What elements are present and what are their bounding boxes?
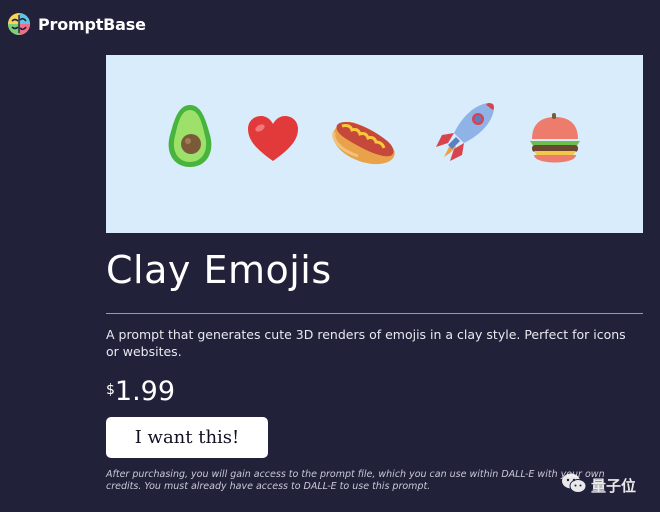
top-bar: PromptBase — [6, 10, 146, 38]
hotdog-icon — [332, 121, 395, 165]
avocado-icon — [168, 105, 212, 167]
buy-button[interactable]: I want this! — [106, 417, 268, 458]
watermark-text: 量子位 — [591, 476, 637, 495]
divider — [106, 313, 643, 314]
brand-name[interactable]: PromptBase — [38, 15, 146, 34]
rocket-icon — [436, 103, 494, 161]
product-title: Clay Emojis — [106, 248, 332, 292]
price: $ 1.99 — [106, 376, 175, 407]
price-amount: 1.99 — [114, 376, 176, 407]
product-description: A prompt that generates cute 3D renders … — [106, 327, 626, 359]
burger-icon — [530, 113, 580, 163]
hero-image — [106, 55, 643, 233]
watermark: 量子位 — [561, 472, 636, 498]
wechat-icon — [561, 472, 587, 498]
brain-logo-icon[interactable] — [6, 11, 32, 37]
price-currency: $ — [106, 382, 115, 398]
purchase-note: After purchasing, you will gain access t… — [106, 469, 605, 492]
heart-icon — [248, 116, 298, 161]
